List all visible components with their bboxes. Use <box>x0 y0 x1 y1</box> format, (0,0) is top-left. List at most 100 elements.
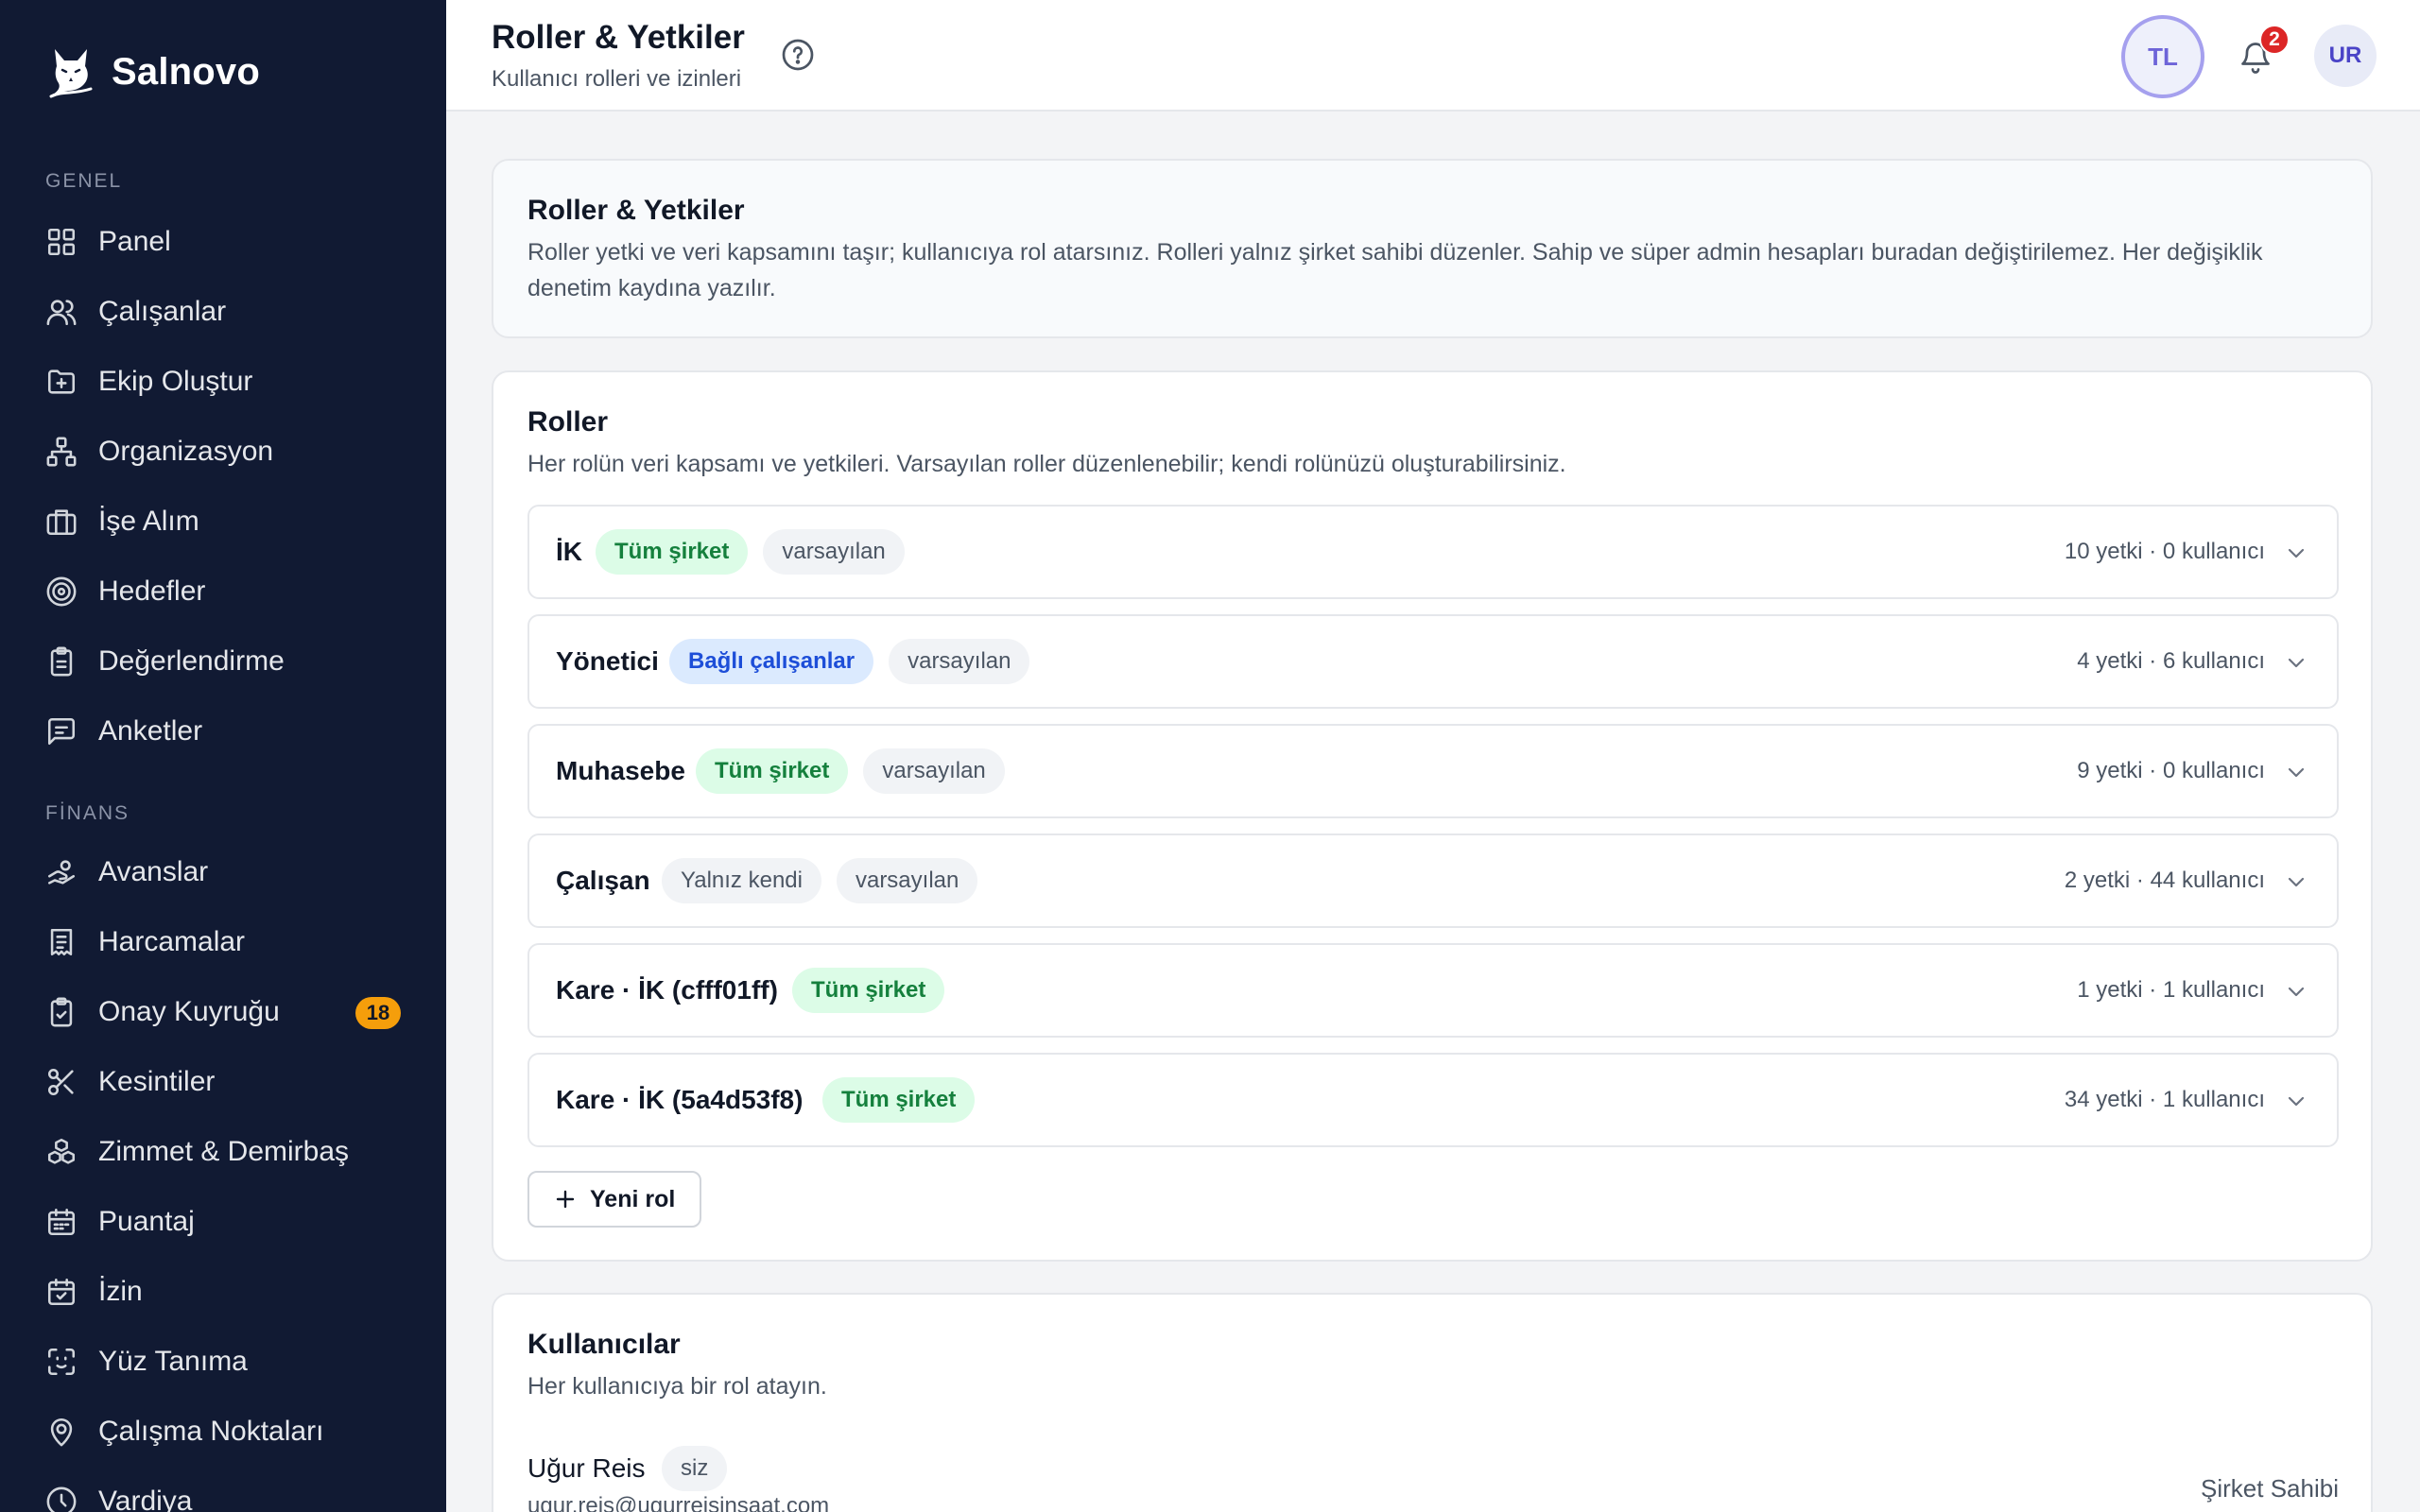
nav-item-organizasyon[interactable]: Organizasyon <box>45 425 401 478</box>
user-email: ugur.reis@ugurreisinsaat.com <box>527 1493 830 1512</box>
role-name: Kare · İK (5a4d53f8) <box>556 1085 804 1114</box>
nav-item-label: Çalışma Noktaları <box>98 1416 324 1447</box>
nav-item-hedefler[interactable]: Hedefler <box>45 565 401 618</box>
role-stats: 9 yetki · 0 kullanıcı <box>2077 758 2265 783</box>
notification-count-badge: 2 <box>2259 25 2290 55</box>
roles-description: Her rolün veri kapsamı ve yetkileri. Var… <box>527 451 1566 477</box>
current-user-badge: siz <box>662 1446 728 1491</box>
default-badge: varsayılan <box>889 639 1030 684</box>
role-name: Çalışan <box>556 866 650 895</box>
user-role-select[interactable]: Şirket Sahibi <box>2201 1474 2339 1503</box>
face-scan-icon <box>47 1348 76 1376</box>
role-row-kare-ik-cfff01ff[interactable]: Kare · İK (cfff01ff) Tüm şirket 1 yetki … <box>527 943 2339 1038</box>
users-title: Kullanıcılar <box>527 1329 681 1360</box>
nav-item-panel[interactable]: Panel <box>45 215 401 268</box>
clipboard-icon <box>50 646 73 677</box>
nav-item-label: Harcamalar <box>98 926 246 957</box>
nav-item-label: Çalışanlar <box>98 296 227 327</box>
nav-item-puantaj[interactable]: Puantaj <box>45 1195 401 1248</box>
message-icon <box>47 717 76 746</box>
hand-coins-icon <box>47 860 76 885</box>
brand[interactable]: Salnovo <box>45 43 260 100</box>
nav-item-label: Puantaj <box>98 1206 195 1237</box>
nav-item-ise-alim[interactable]: İşe Alım <box>45 495 401 548</box>
new-role-button[interactable]: Yeni rol <box>527 1171 702 1228</box>
nav-item-label: Yüz Tanıma <box>98 1346 248 1377</box>
role-tags: Tüm şirket <box>792 968 945 1013</box>
role-tags: Bağlı çalışanlar varsayılan <box>669 639 1030 684</box>
nav-item-harcamalar[interactable]: Harcamalar <box>45 916 401 969</box>
chevron-down-icon <box>2288 767 2305 778</box>
onay-kuyrugu-badge: 18 <box>355 997 401 1029</box>
calendar-grid-icon <box>47 1208 76 1236</box>
user-avatar[interactable]: UR <box>2314 25 2377 87</box>
nav-item-vardiya[interactable]: Vardiya <box>45 1475 401 1512</box>
info-card: Roller & Yetkiler Roller yetki ve veri k… <box>492 159 2373 338</box>
nav-item-label: İşe Alım <box>98 506 199 537</box>
nav-item-yuz-tanima[interactable]: Yüz Tanıma <box>45 1335 401 1388</box>
clipboard-check-icon <box>50 997 73 1027</box>
info-title: Roller & Yetkiler <box>527 195 745 226</box>
default-badge: varsayılan <box>763 529 905 575</box>
new-role-label: Yeni rol <box>590 1185 676 1212</box>
map-pin-icon <box>50 1418 73 1447</box>
folder-plus-icon <box>47 369 76 394</box>
role-row-calisan[interactable]: Çalışan Yalnız kendi varsayılan 2 yetki … <box>527 833 2339 928</box>
nav-section-finans: FİNANS <box>45 802 130 824</box>
receipt-icon <box>50 928 73 956</box>
fox-logo-icon <box>49 49 93 98</box>
role-stats: 1 yetki · 1 kullanıcı <box>2077 977 2265 1003</box>
roles-card: Roller Her rolün veri kapsamı ve yetkile… <box>492 370 2373 1262</box>
nav-item-avanslar[interactable]: Avanslar <box>45 846 401 899</box>
role-row-muhasebe[interactable]: Muhasebe Tüm şirket varsayılan 9 yetki ·… <box>527 724 2339 818</box>
scope-badge: Tüm şirket <box>696 748 849 794</box>
roles-title: Roller <box>527 406 609 438</box>
chevron-down-icon <box>2288 877 2305 887</box>
role-row-ik[interactable]: İK Tüm şirket varsayılan 10 yetki · 0 ku… <box>527 505 2339 599</box>
page-subtitle: Kullanıcı rolleri ve izinleri <box>492 66 742 92</box>
role-stats: 2 yetki · 44 kullanıcı <box>2064 868 2265 893</box>
users-description: Her kullanıcıya bir rol atayın. <box>527 1373 827 1400</box>
nav-item-anketler[interactable]: Anketler <box>45 705 401 758</box>
chevron-down-icon <box>2288 548 2305 558</box>
scope-badge: Tüm şirket <box>596 529 749 575</box>
role-stats: 34 yetki · 1 kullanıcı <box>2064 1087 2265 1112</box>
scope-badge: Bağlı çalışanlar <box>669 639 874 684</box>
clock-icon <box>46 1486 77 1512</box>
scope-badge: Tüm şirket <box>822 1077 976 1123</box>
role-tags: Yalnız kendi varsayılan <box>662 858 978 903</box>
chevron-down-icon <box>2288 987 2305 997</box>
nav-item-zimmet-demirbas[interactable]: Zimmet & Demirbaş <box>45 1125 401 1178</box>
avatar-tl[interactable]: TL <box>2121 15 2204 98</box>
boxes-icon <box>47 1138 76 1164</box>
nav-item-degerlendirme[interactable]: Değerlendirme <box>45 635 401 688</box>
nav-item-ekip-olustur[interactable]: Ekip Oluştur <box>45 355 401 408</box>
nav-section-genel: GENEL <box>45 170 123 192</box>
nav-item-izin[interactable]: İzin <box>45 1265 401 1318</box>
nav-item-calisanlar[interactable]: Çalışanlar <box>45 285 401 338</box>
user-name: Uğur Reis <box>527 1453 646 1483</box>
nav-item-onay-kuyrugu[interactable]: Onay Kuyruğu 18 <box>45 986 401 1039</box>
page-title: Roller & Yetkiler <box>492 19 745 56</box>
chevron-down-icon <box>2288 1096 2305 1107</box>
target-icon <box>46 576 77 607</box>
info-text: Roller yetki ve veri kapsamını taşır; ku… <box>527 239 2263 301</box>
users-icon <box>46 300 77 326</box>
briefcase-icon <box>46 509 77 536</box>
role-stats: 10 yetki · 0 kullanıcı <box>2064 539 2265 564</box>
users-card: Kullanıcılar Her kullanıcıya bir rol ata… <box>492 1293 2373 1512</box>
role-tags: Tüm şirket <box>822 1077 976 1123</box>
topbar: Roller & Yetkiler Kullanıcı rolleri ve i… <box>446 0 2420 112</box>
nav-item-label: Avanslar <box>98 856 209 887</box>
role-tags: Tüm şirket varsayılan <box>696 748 1005 794</box>
default-badge: varsayılan <box>836 858 978 903</box>
nav-item-label: Ekip Oluştur <box>98 366 253 397</box>
role-row-kare-ik-5a4d53f8[interactable]: Kare · İK (5a4d53f8) Tüm şirket 34 yetki… <box>527 1053 2339 1147</box>
nav-item-kesintiler[interactable]: Kesintiler <box>45 1056 401 1108</box>
nav-item-calisma-noktalari[interactable]: Çalışma Noktaları <box>45 1405 401 1458</box>
default-badge: varsayılan <box>863 748 1005 794</box>
role-row-yonetici[interactable]: Yönetici Bağlı çalışanlar varsayılan 4 y… <box>527 614 2339 709</box>
role-name: İK <box>556 537 582 566</box>
help-icon[interactable] <box>781 38 815 72</box>
role-name: Muhasebe <box>556 756 685 785</box>
